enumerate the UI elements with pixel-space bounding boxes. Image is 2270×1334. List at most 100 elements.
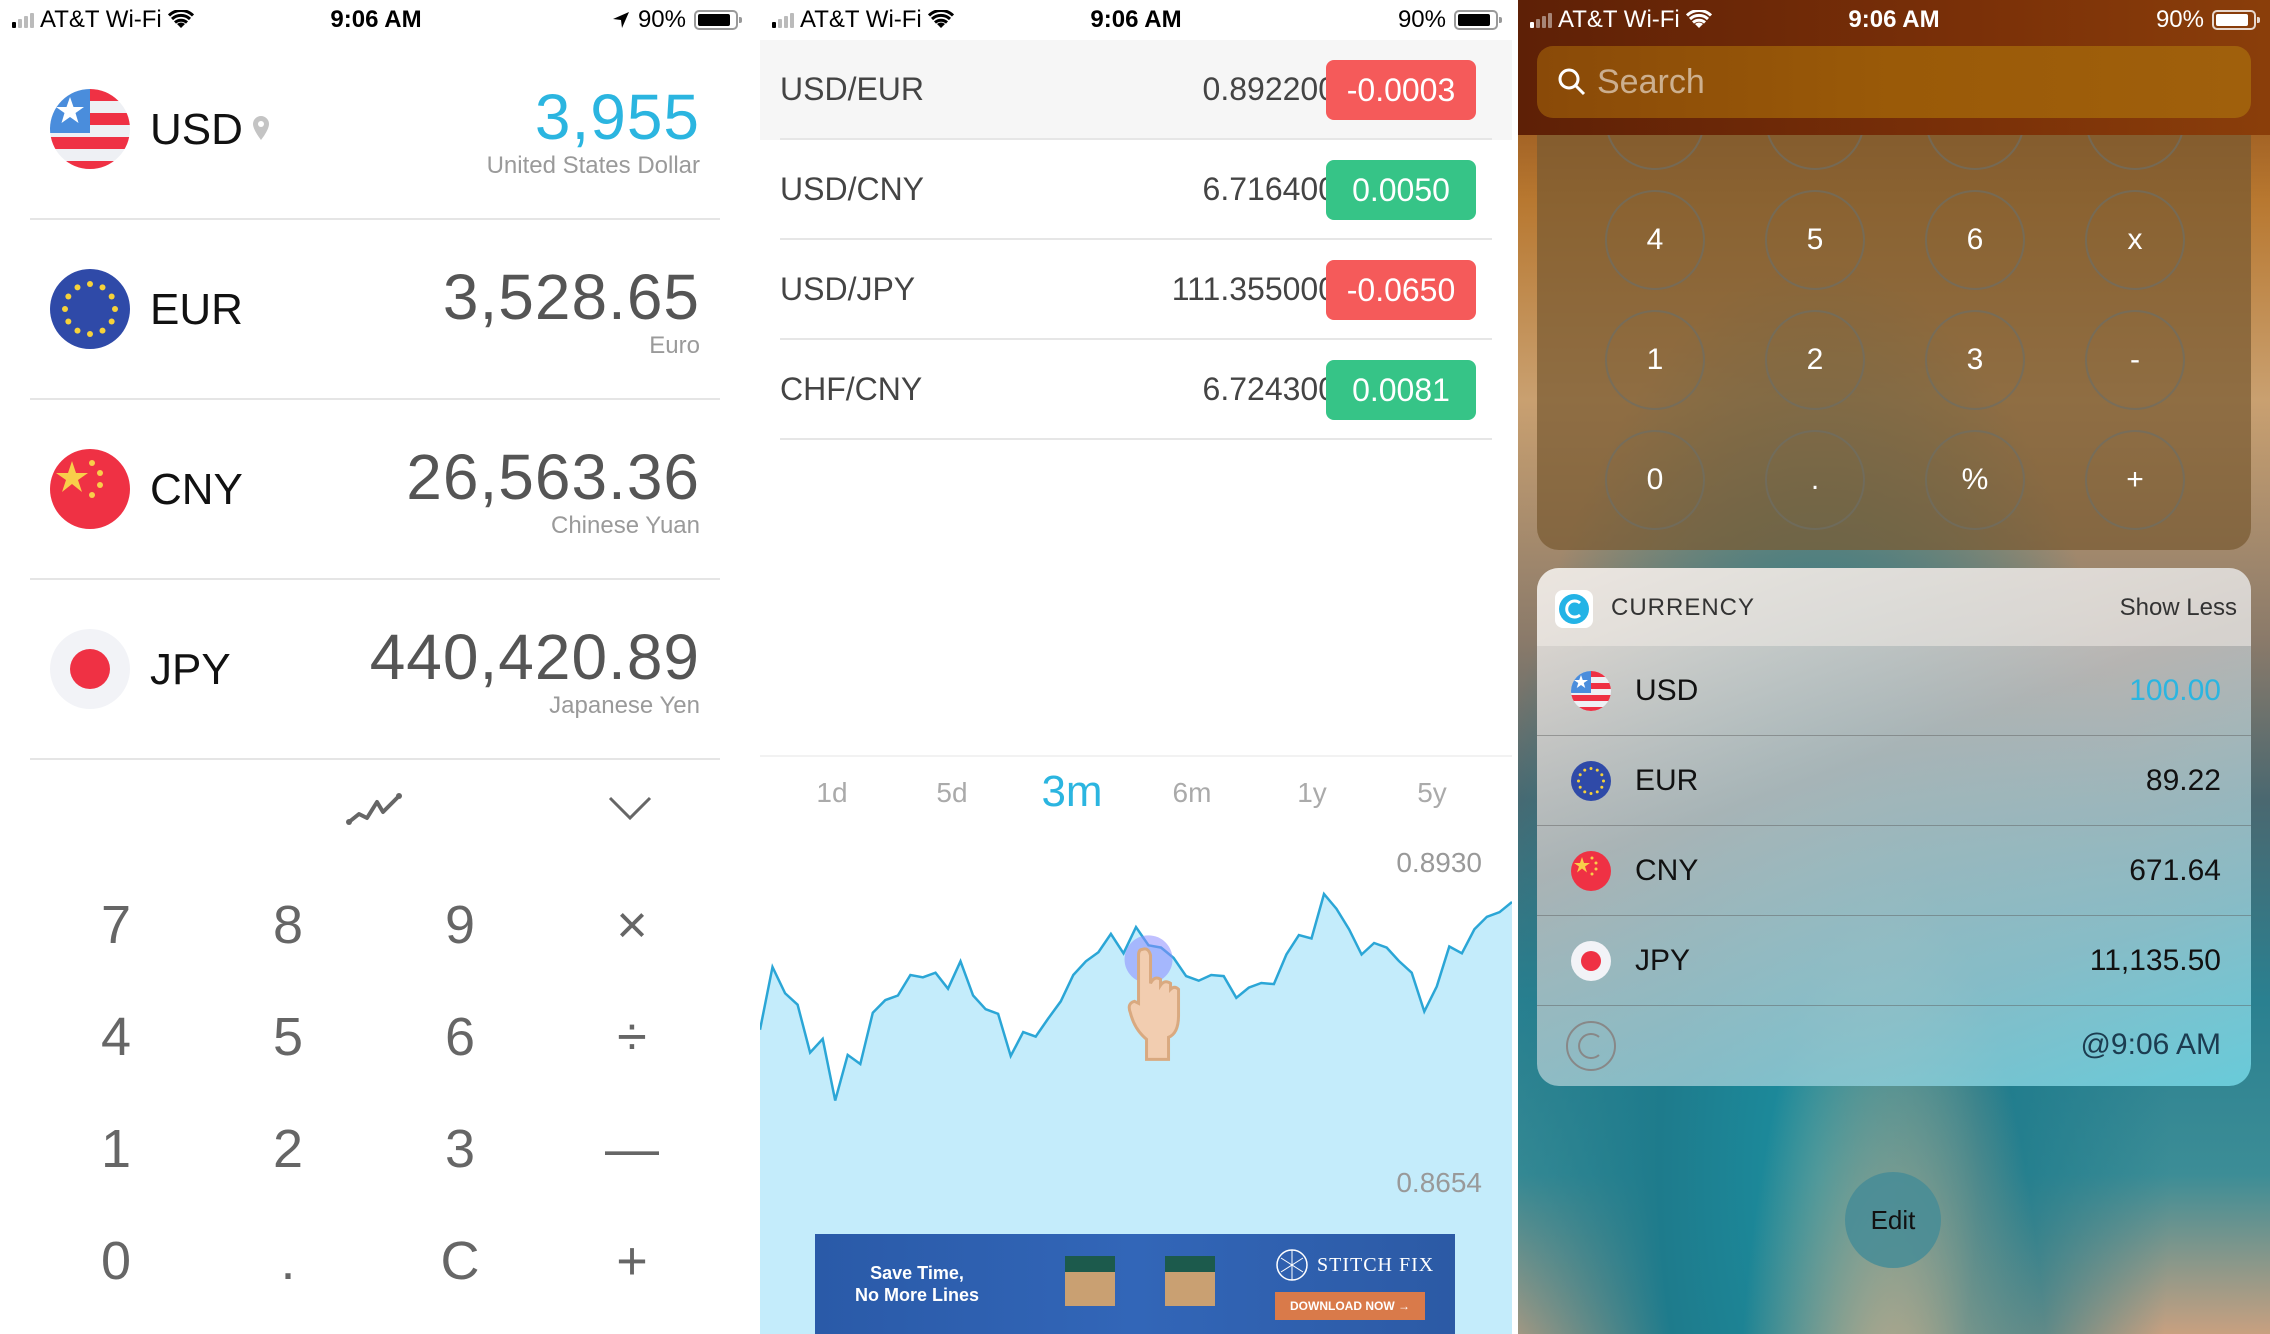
today-view: 789/456x123-0.%+ AT&T Wi-Fi 9:06 AM 90% … (1518, 0, 2270, 1334)
calculator-key[interactable]: % (1925, 430, 2025, 530)
range-tab-1d[interactable]: 1d (772, 777, 892, 809)
currency-pair: CHF/CNY (780, 371, 923, 407)
widget-currency-row[interactable]: USD 100.00 (1537, 646, 2251, 736)
currency-pair: USD/JPY (780, 271, 916, 307)
rate-row[interactable]: USD/JPY 111.355000 -0.0650 (760, 240, 1512, 340)
currency-row[interactable]: JPY 440,420.89 Japanese Yen (30, 580, 720, 760)
range-tab-3m[interactable]: 3m (1012, 767, 1132, 817)
ad-download-button[interactable]: DOWNLOAD NOW → (1275, 1292, 1425, 1320)
calculator-key[interactable]: - (2085, 310, 2185, 410)
eu-flag-icon (50, 269, 130, 349)
currency-name: Chinese Yuan (550, 512, 700, 539)
currency-code: JPY (1635, 944, 1691, 977)
status-bar: AT&T Wi-Fi 9:06 AM 90% (0, 0, 752, 40)
calculator-key[interactable]: 6 (1925, 190, 2025, 290)
keypad: 7 8 9 × 4 5 6 ÷ 1 2 3 — 0. C + (0, 760, 752, 1334)
keypad-key[interactable]: . (218, 1211, 358, 1311)
search-placeholder: Search (1597, 62, 1705, 101)
keypad-key[interactable]: 9 (390, 875, 530, 975)
search-icon (1558, 68, 1586, 96)
keypad-key[interactable]: — (562, 1099, 702, 1199)
widget-currency-row[interactable]: CNY 671.64 (1537, 826, 2251, 916)
currency-widget-footer: @9:06 AM (1537, 1006, 2251, 1086)
keypad-key[interactable]: ÷ (562, 987, 702, 1087)
currency-code: CNY (150, 465, 243, 514)
jp-flag-icon (50, 629, 130, 709)
calculator-key[interactable]: + (2085, 430, 2185, 530)
currency-row[interactable]: CNY 26,563.36 Chinese Yuan (30, 400, 720, 580)
keypad-key[interactable]: C (390, 1211, 530, 1311)
currency-code: USD (150, 105, 243, 154)
ad-tagline-line: No More Lines (855, 1285, 980, 1305)
show-less-button[interactable]: Show Less (2120, 594, 2237, 622)
change-badge: 0.0081 (1326, 360, 1476, 420)
cn-flag-icon (50, 449, 130, 529)
chart-max-label: 0.8930 (1396, 847, 1482, 878)
currency-pair: USD/EUR (780, 71, 925, 107)
chart-line-icon[interactable] (345, 790, 405, 826)
ad-banner[interactable]: Save Time, No More Lines STITCH FIX DOWN… (815, 1234, 1455, 1334)
keypad-key[interactable]: 4 (46, 987, 186, 1087)
range-tab-6m[interactable]: 6m (1132, 777, 1252, 809)
chevron-down-icon[interactable] (608, 794, 652, 822)
widget-currency-row[interactable]: JPY 11,135.50 (1537, 916, 2251, 1006)
rate-row[interactable]: USD/CNY 6.716400 0.0050 (760, 140, 1512, 240)
currency-amount: 3,528.65 (442, 261, 700, 333)
currency-code: USD (1635, 674, 1699, 707)
us-flag-icon (1571, 671, 1611, 711)
calculator-key[interactable]: 2 (1765, 310, 1865, 410)
edit-button[interactable]: Edit (1845, 1172, 1941, 1268)
calculator-key[interactable]: 0 (1605, 430, 1705, 530)
search-field[interactable]: Search (1537, 46, 2251, 118)
keypad-key[interactable]: 0 (46, 1211, 186, 1311)
calculator-key[interactable]: x (2085, 190, 2185, 290)
widget-currency-row[interactable]: EUR 89.22 (1537, 736, 2251, 826)
keypad-key[interactable]: 6 (390, 987, 530, 1087)
calculator-key[interactable]: 5 (1765, 190, 1865, 290)
rate-row[interactable]: USD/EUR 0.892200 -0.0003 (760, 40, 1512, 140)
keypad-key[interactable]: 8 (218, 875, 358, 975)
currency-amount: 440,420.89 (369, 621, 700, 693)
currency-amount: 89.22 (2145, 764, 2221, 797)
battery-percent: 90% (637, 6, 686, 33)
range-tab-1y[interactable]: 1y (1252, 777, 1372, 809)
currency-code: CNY (1635, 854, 1699, 887)
currency-widget: CURRENCY Show Less USD 100.00 EUR 89.22 … (1537, 568, 2251, 1086)
calculator-key[interactable]: . (1765, 430, 1865, 530)
keypad-key[interactable]: 3 (390, 1099, 530, 1199)
keypad-key[interactable]: × (562, 875, 702, 975)
currency-pair: USD/CNY (780, 171, 925, 207)
currency-name: United States Dollar (486, 152, 700, 179)
change-badge: 0.0050 (1326, 160, 1476, 220)
rates-screen: AT&T Wi-Fi 9:06 AM 90% USD/EUR 0.892200 … (760, 0, 1512, 1334)
chart-min-label: 0.8654 (1396, 1167, 1482, 1198)
ad-box-image (1165, 1256, 1215, 1306)
currency-row[interactable]: EUR 3,528.65 Euro (30, 220, 720, 400)
keypad-key[interactable]: 7 (46, 875, 186, 975)
change-badge: -0.0003 (1326, 60, 1476, 120)
battery-percent: 90% (1397, 6, 1446, 33)
keypad-key[interactable]: 1 (46, 1099, 186, 1199)
currency-row[interactable]: USD 3,955 United States Dollar (30, 40, 720, 220)
range-tabs: 1d 5d 3m 6m 1y 5y (760, 755, 1512, 845)
range-tab-5d[interactable]: 5d (892, 777, 1012, 809)
currency-amount: 26,563.36 (406, 441, 700, 513)
currency-widget-header: CURRENCY Show Less (1537, 568, 2251, 646)
ad-brand-name: STITCH FIX (1317, 1253, 1435, 1276)
calculator-widget: 789/456x123-0.%+ (1537, 70, 2251, 550)
keypad-key[interactable]: 2 (218, 1099, 358, 1199)
battery-icon (694, 10, 742, 30)
us-flag-icon (50, 89, 130, 169)
calculator-key[interactable]: 3 (1925, 310, 2025, 410)
currency-amount[interactable]: 3,955 (535, 80, 700, 154)
keypad-key[interactable]: + (562, 1211, 702, 1311)
range-tab-5y[interactable]: 5y (1372, 777, 1492, 809)
app-logo-icon[interactable] (1565, 1020, 1617, 1072)
exchange-rate: 6.724300 (1202, 371, 1336, 407)
currency-code: EUR (1635, 764, 1699, 797)
rate-row[interactable]: CHF/CNY 6.724300 0.0081 (760, 340, 1512, 440)
currency-name: Euro (649, 332, 700, 359)
keypad-key[interactable]: 5 (218, 987, 358, 1087)
calculator-key[interactable]: 1 (1605, 310, 1705, 410)
calculator-key[interactable]: 4 (1605, 190, 1705, 290)
